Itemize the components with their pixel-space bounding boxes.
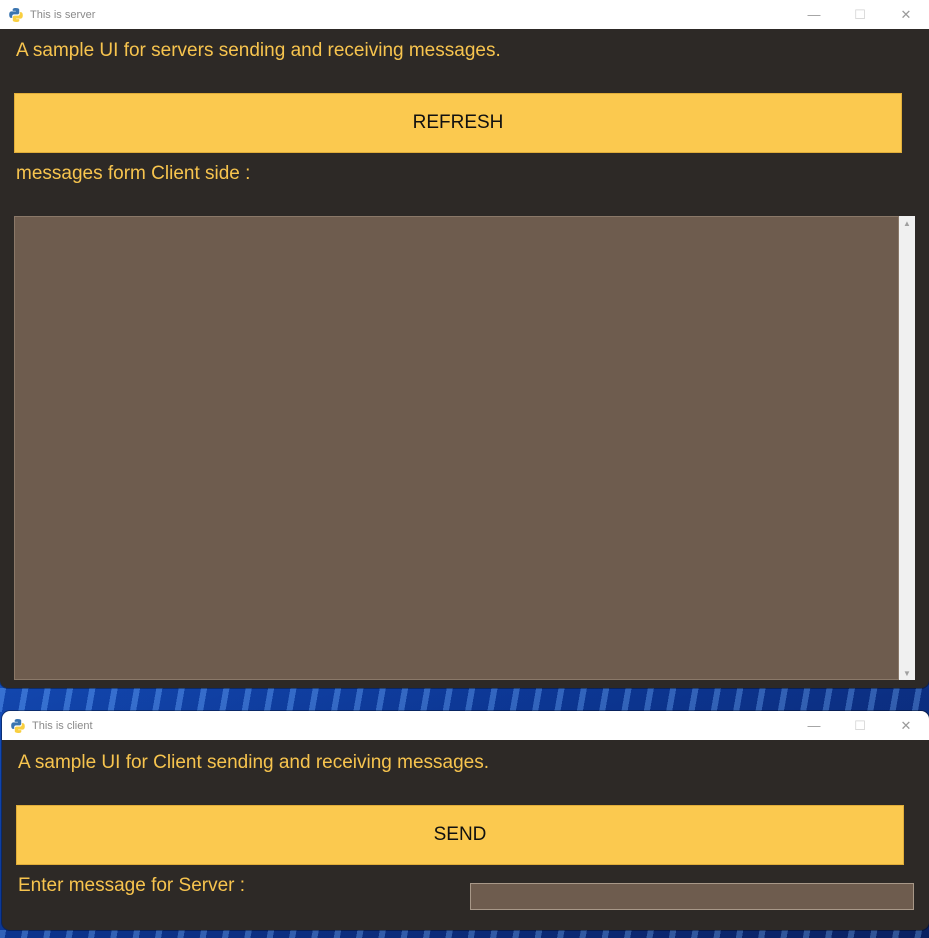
close-icon[interactable]: ✕	[883, 711, 929, 740]
client-window: This is client — ☐ ✕ A sample UI for Cli…	[2, 711, 929, 930]
desktop-wallpaper-bottom	[0, 930, 929, 938]
messages-scrollbar[interactable]: ▲ ▼	[899, 216, 915, 680]
messages-textbox[interactable]	[14, 216, 899, 680]
python-icon	[8, 7, 24, 23]
client-titlebar[interactable]: This is client — ☐ ✕	[2, 711, 929, 740]
close-icon[interactable]: ✕	[883, 0, 929, 29]
server-titlebar[interactable]: This is server — ☐ ✕	[0, 0, 929, 29]
scroll-up-arrow-icon[interactable]: ▲	[899, 219, 915, 228]
server-heading: A sample UI for servers sending and rece…	[16, 40, 501, 61]
minimize-icon[interactable]: —	[791, 0, 837, 29]
maximize-icon[interactable]: ☐	[837, 0, 883, 29]
send-button[interactable]: SEND	[16, 805, 904, 865]
entry-label: Enter message for Server :	[18, 875, 246, 896]
message-entry-field[interactable]	[470, 883, 914, 910]
python-icon	[10, 718, 26, 734]
client-heading: A sample UI for Client sending and recei…	[18, 752, 490, 773]
server-window-title: This is server	[30, 8, 96, 21]
server-window: This is server — ☐ ✕ A sample UI for ser…	[0, 0, 929, 688]
scroll-down-arrow-icon[interactable]: ▼	[899, 669, 915, 678]
maximize-icon[interactable]: ☐	[837, 711, 883, 740]
refresh-button[interactable]: REFRESH	[14, 93, 902, 153]
desktop-wallpaper	[0, 688, 929, 712]
minimize-icon[interactable]: —	[791, 711, 837, 740]
messages-label: messages form Client side :	[16, 163, 251, 184]
client-window-title: This is client	[32, 719, 93, 732]
